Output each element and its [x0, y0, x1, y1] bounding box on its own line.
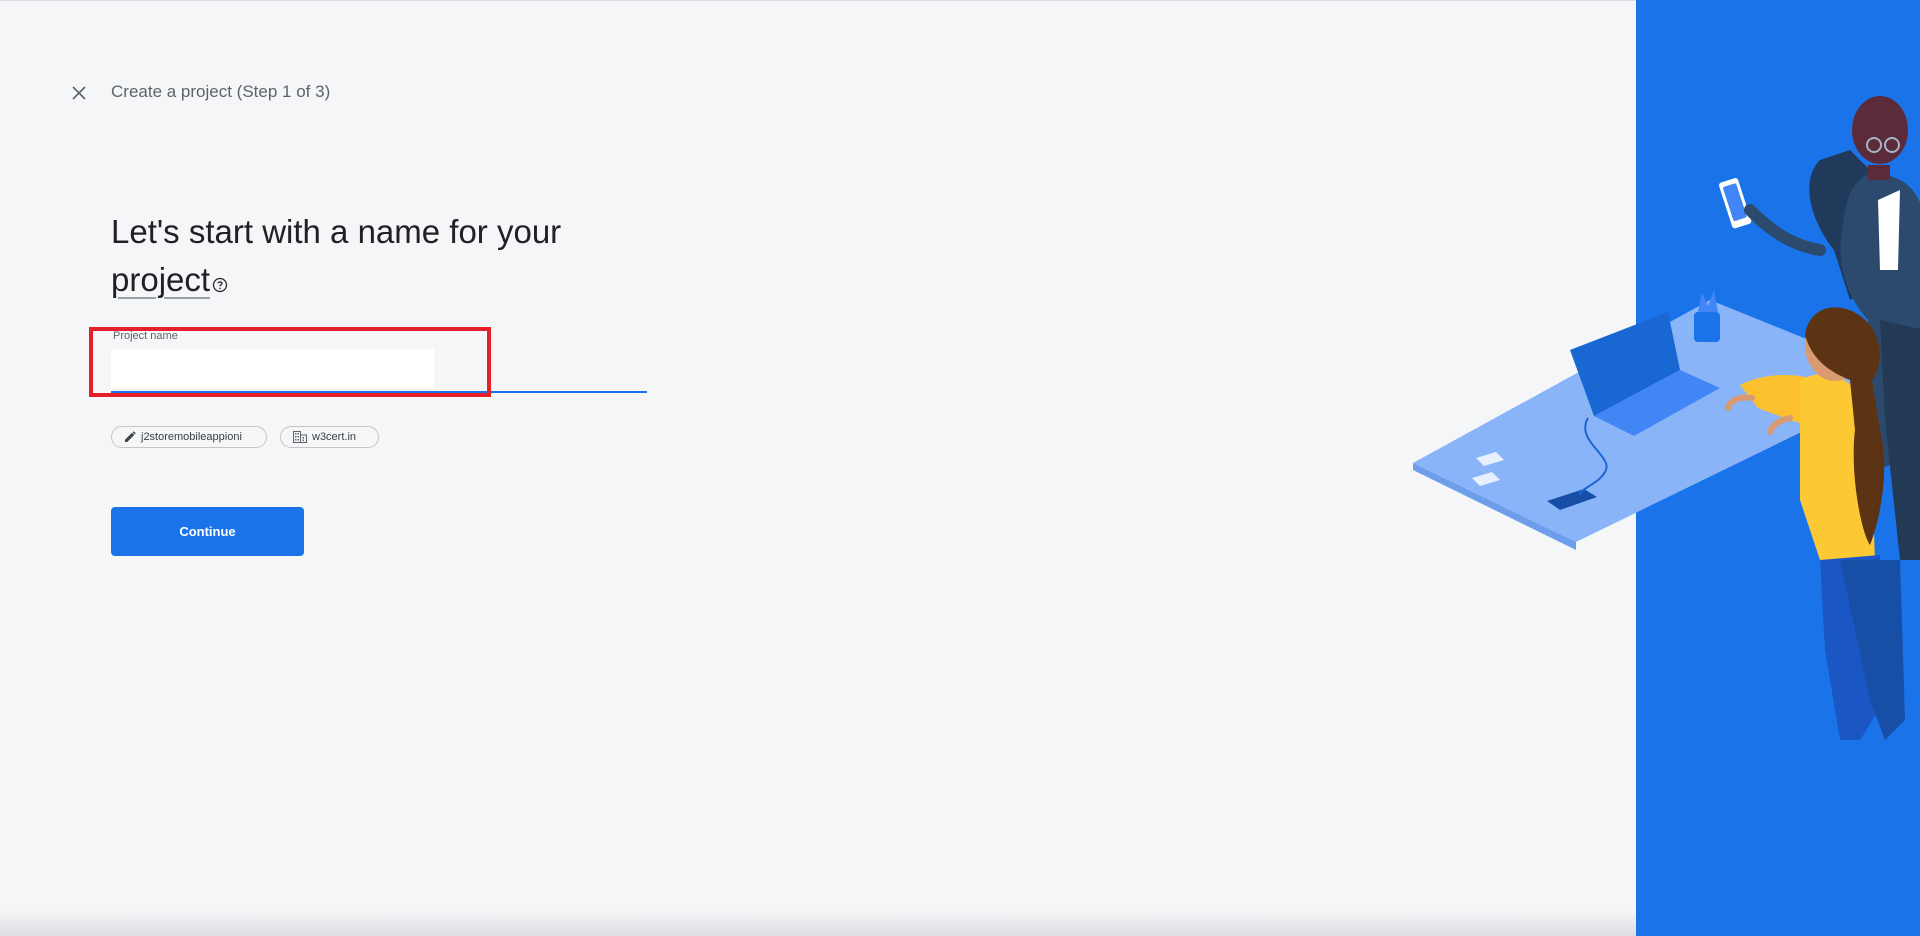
heading-keyword-link[interactable]: project: [111, 261, 210, 298]
building-icon: [293, 431, 307, 443]
close-icon: [72, 86, 86, 100]
organization-chip[interactable]: w3cert.in: [280, 426, 379, 448]
project-id-chip[interactable]: j2storemobileappioni: [111, 426, 267, 448]
organization-label: w3cert.in: [312, 431, 357, 443]
step-title: Create a project (Step 1 of 3): [111, 82, 331, 101]
pencil-icon: [124, 431, 136, 443]
help-circle-icon[interactable]: [212, 258, 228, 306]
page-heading: Let's start with a name for your project: [111, 208, 571, 306]
workspace-illustration: [1413, 96, 1920, 740]
highlight-annotation-box: [89, 327, 491, 397]
create-project-page: Create a project (Step 1 of 3) Let's sta…: [0, 0, 1920, 936]
continue-button[interactable]: Continue: [111, 507, 304, 556]
heading-text: Let's start with a name for your: [111, 213, 562, 250]
project-id-label: j2storemobileappioni: [141, 431, 242, 443]
close-button[interactable]: [66, 80, 92, 106]
bottom-shadow: [0, 910, 1636, 936]
